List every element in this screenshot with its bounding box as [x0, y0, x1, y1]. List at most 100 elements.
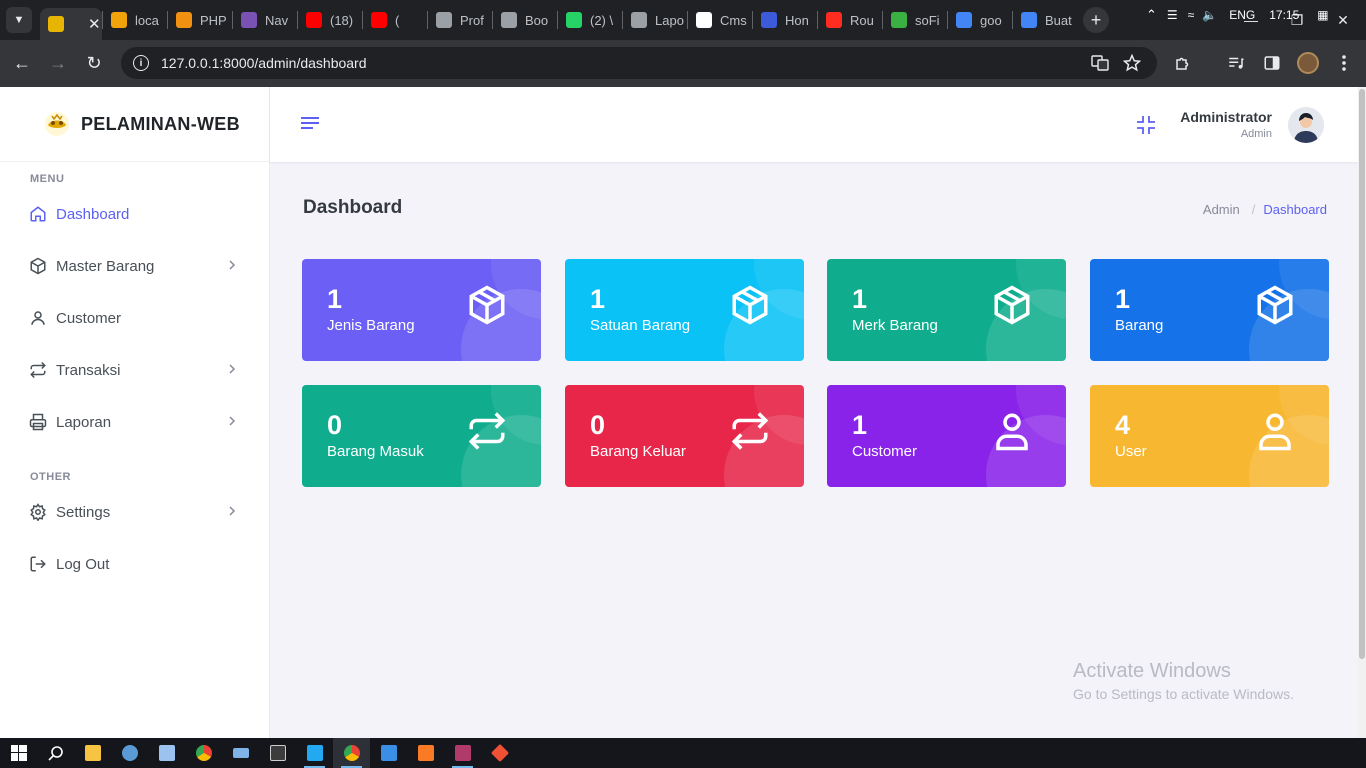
- box-icon: [30, 257, 46, 275]
- card-value: 1: [327, 284, 343, 314]
- stat-card-user[interactable]: 4 User: [1090, 385, 1329, 487]
- card-label: Barang: [1115, 317, 1164, 334]
- tab-title: (2) \: [590, 12, 614, 28]
- profile-avatar-icon[interactable]: [1295, 50, 1321, 76]
- browser-tab[interactable]: (2) \: [558, 4, 622, 36]
- tab-favicon-icon: [631, 12, 647, 28]
- browser-tab[interactable]: (18): [298, 4, 362, 36]
- sidebar-item-logout[interactable]: Log Out: [0, 544, 270, 584]
- browser-tab[interactable]: ✕: [40, 8, 102, 40]
- system-tray: ⌃ ☰ ≈ 🔈 ENG 17:15 ▦: [1146, 0, 1329, 30]
- translate-icon[interactable]: [1087, 50, 1113, 76]
- wifi-icon[interactable]: ≈: [1188, 8, 1195, 22]
- stat-card-barang-keluar[interactable]: 0 Barang Keluar: [565, 385, 804, 487]
- brand[interactable]: PELAMINAN-WEB: [0, 87, 269, 162]
- taskbar-chrome[interactable]: [185, 738, 222, 768]
- fullscreen-toggle-icon[interactable]: [1136, 115, 1156, 135]
- back-button[interactable]: ←: [4, 46, 40, 82]
- media-controls-icon[interactable]: [1223, 50, 1249, 76]
- address-bar[interactable]: i 127.0.0.1:8000/admin/dashboard: [121, 47, 1157, 79]
- browser-tab[interactable]: Lapo: [623, 4, 687, 36]
- stat-card-barang-masuk[interactable]: 0 Barang Masuk: [302, 385, 541, 487]
- clock[interactable]: 17:15: [1269, 8, 1299, 22]
- browser-tab[interactable]: Buat: [1013, 4, 1077, 36]
- sidebar-item-label: Log Out: [56, 555, 110, 573]
- browser-tab[interactable]: Hon: [753, 4, 817, 36]
- winrar-icon: [454, 745, 471, 761]
- user-name[interactable]: Administrator: [1180, 109, 1272, 125]
- browser-tab[interactable]: Cms: [688, 4, 752, 36]
- language-indicator[interactable]: ENG: [1229, 8, 1255, 22]
- tab-search-button[interactable]: ▼: [6, 7, 32, 33]
- card-label: Barang Keluar: [590, 443, 686, 460]
- extensions-icon[interactable]: [1170, 50, 1196, 76]
- tab-favicon-icon: [696, 12, 712, 28]
- taskbar-xampp[interactable]: [407, 738, 444, 768]
- stat-card-jenis-barang[interactable]: 1 Jenis Barang: [302, 259, 541, 361]
- browser-menu-icon[interactable]: [1331, 50, 1357, 76]
- app-icon: [121, 745, 138, 761]
- new-tab-button[interactable]: +: [1083, 7, 1109, 33]
- box-icon: [732, 285, 768, 325]
- start-button[interactable]: [0, 738, 37, 768]
- taskbar-git[interactable]: [481, 738, 518, 768]
- taskbar-terminal[interactable]: [259, 738, 296, 768]
- browser-tab[interactable]: Rou: [818, 4, 882, 36]
- breadcrumb-item-current: Dashboard: [1263, 202, 1327, 217]
- tab-favicon-icon: [48, 16, 64, 32]
- sidebar-item-transaksi[interactable]: Transaksi: [0, 350, 270, 390]
- breadcrumb-item-admin[interactable]: Admin: [1203, 202, 1240, 217]
- stat-card-satuan-barang[interactable]: 1 Satuan Barang: [565, 259, 804, 361]
- network-icon[interactable]: ☰: [1167, 8, 1178, 22]
- search-button[interactable]: [37, 738, 74, 768]
- taskbar-vscode[interactable]: [296, 738, 333, 768]
- sidebar-item-laporan[interactable]: Laporan: [0, 402, 270, 442]
- volume-icon[interactable]: 🔈: [1202, 8, 1217, 22]
- taskbar-app-2[interactable]: [111, 738, 148, 768]
- side-panel-icon[interactable]: [1259, 50, 1285, 76]
- tab-title: loca: [135, 12, 159, 28]
- card-label: Jenis Barang: [327, 317, 415, 334]
- tab-favicon-icon: [891, 12, 907, 28]
- brand-name: PELAMINAN-WEB: [81, 113, 240, 134]
- browser-tab[interactable]: Prof: [428, 4, 492, 36]
- avatar[interactable]: [1288, 107, 1324, 143]
- browser-tab[interactable]: Boo: [493, 4, 557, 36]
- stat-card-barang[interactable]: 1 Barang: [1090, 259, 1329, 361]
- tab-title: soFi: [915, 12, 940, 28]
- sidebar-item-master-barang[interactable]: Master Barang: [0, 246, 270, 286]
- hamburger-menu-icon[interactable]: [300, 115, 320, 133]
- taskbar-file-explorer[interactable]: [74, 738, 111, 768]
- taskbar-chrome-active[interactable]: [333, 738, 370, 768]
- bookmark-star-icon[interactable]: [1119, 50, 1145, 76]
- sidebar-item-dashboard[interactable]: Dashboard: [0, 194, 270, 234]
- sidebar-item-label: Dashboard: [56, 205, 130, 223]
- stat-card-merk-barang[interactable]: 1 Merk Barang: [827, 259, 1066, 361]
- forward-button[interactable]: →: [40, 46, 76, 82]
- reload-button[interactable]: ↻: [76, 46, 112, 82]
- notification-icon[interactable]: ▦: [1317, 8, 1328, 22]
- sidebar-item-settings[interactable]: Settings: [0, 492, 270, 532]
- taskbar-photos[interactable]: [370, 738, 407, 768]
- browser-tab[interactable]: PHP: [168, 4, 232, 36]
- taskbar-keyboard[interactable]: [222, 738, 259, 768]
- tab-title: Cms: [720, 12, 747, 28]
- browser-tab[interactable]: (: [363, 4, 427, 36]
- page-scrollbar[interactable]: [1358, 87, 1366, 738]
- taskbar-notepad[interactable]: [148, 738, 185, 768]
- browser-tab[interactable]: Nav: [233, 4, 297, 36]
- other-section-title: OTHER: [30, 471, 71, 483]
- taskbar-winrar[interactable]: [444, 738, 481, 768]
- user-role: Admin: [1240, 128, 1272, 140]
- browser-tab[interactable]: soFi: [883, 4, 947, 36]
- tab-close-icon[interactable]: ✕: [88, 15, 101, 33]
- sidebar-item-customer[interactable]: Customer: [0, 298, 270, 338]
- card-value: 1: [590, 284, 606, 314]
- stat-card-customer[interactable]: 1 Customer: [827, 385, 1066, 487]
- folder-icon: [84, 745, 101, 761]
- browser-tab[interactable]: loca: [103, 4, 167, 36]
- scrollbar-thumb[interactable]: [1359, 89, 1365, 659]
- site-info-icon[interactable]: i: [133, 55, 149, 71]
- chevron-up-icon[interactable]: ⌃: [1146, 7, 1157, 23]
- browser-tab[interactable]: goo: [948, 4, 1012, 36]
